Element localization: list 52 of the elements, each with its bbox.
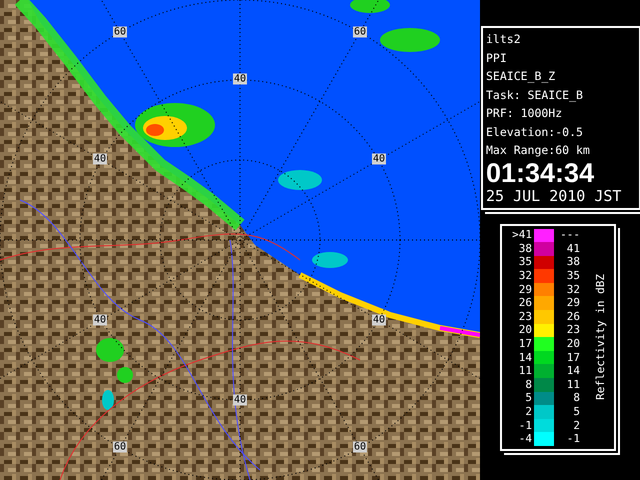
legend-label: 17 xyxy=(566,352,581,364)
legend-label: 5 xyxy=(572,406,581,418)
scan-time: 01:34:34 xyxy=(486,160,596,186)
legend-label: 14 xyxy=(566,365,581,378)
info-line: Task: SEAICE_B xyxy=(486,86,584,104)
legend-label: 20 xyxy=(518,324,533,336)
info-line: Max Range:60 km xyxy=(486,142,591,159)
info-line: Elevation:-0.5 xyxy=(486,124,584,140)
range-label: 60 xyxy=(352,26,368,38)
legend-label: 35 xyxy=(566,270,581,282)
legend-label: 35 xyxy=(518,256,533,268)
info-line: SEAICE_B_Z xyxy=(486,68,556,85)
legend-label: 32 xyxy=(566,284,581,296)
legend-title: Reflectivity in dBZ xyxy=(594,274,607,400)
range-label: 40 xyxy=(92,314,108,326)
legend-label: 20 xyxy=(566,338,581,350)
legend-label: 2 xyxy=(524,406,533,418)
range-label: 40 xyxy=(92,154,108,164)
legend-label: -4 xyxy=(518,433,533,446)
range-label: 40 xyxy=(372,154,386,164)
range-label: 60 xyxy=(352,442,368,452)
legend-label: 14 xyxy=(518,352,533,364)
legend-label: 23 xyxy=(518,310,533,323)
legend-label: 26 xyxy=(518,297,533,310)
legend-label: 29 xyxy=(518,284,533,296)
legend-label: 11 xyxy=(566,378,581,391)
legend-label: 38 xyxy=(566,256,581,268)
range-label: 60 xyxy=(112,26,128,38)
legend-label: 32 xyxy=(518,270,533,282)
legend-label: 11 xyxy=(518,365,533,378)
legend-label: -1 xyxy=(566,433,581,446)
legend-label: 8 xyxy=(572,392,581,404)
range-label: 60 xyxy=(112,442,128,452)
legend-label: 8 xyxy=(524,378,533,391)
legend-label: 23 xyxy=(566,324,581,336)
legend-label: 29 xyxy=(566,297,581,310)
range-label: 40 xyxy=(232,74,248,84)
legend-label: 41 xyxy=(566,242,581,255)
legend-label: 2 xyxy=(572,420,581,432)
range-label: 40 xyxy=(372,314,386,326)
legend-label: 26 xyxy=(566,310,581,323)
legend-label: 38 xyxy=(518,242,533,255)
info-line: PRF: 1000Hz xyxy=(486,105,564,122)
range-label: 40 xyxy=(232,394,248,406)
info-line: PPI xyxy=(486,50,508,66)
legend-label: -1 xyxy=(518,420,533,432)
legend-label: >41 xyxy=(511,229,533,242)
scan-date: 25 JUL 2010 JST xyxy=(486,186,622,206)
legend-label: --- xyxy=(559,229,581,242)
legend-label: 17 xyxy=(518,338,533,350)
legend-label: 5 xyxy=(524,392,533,404)
info-line: ilts2 xyxy=(486,31,522,48)
